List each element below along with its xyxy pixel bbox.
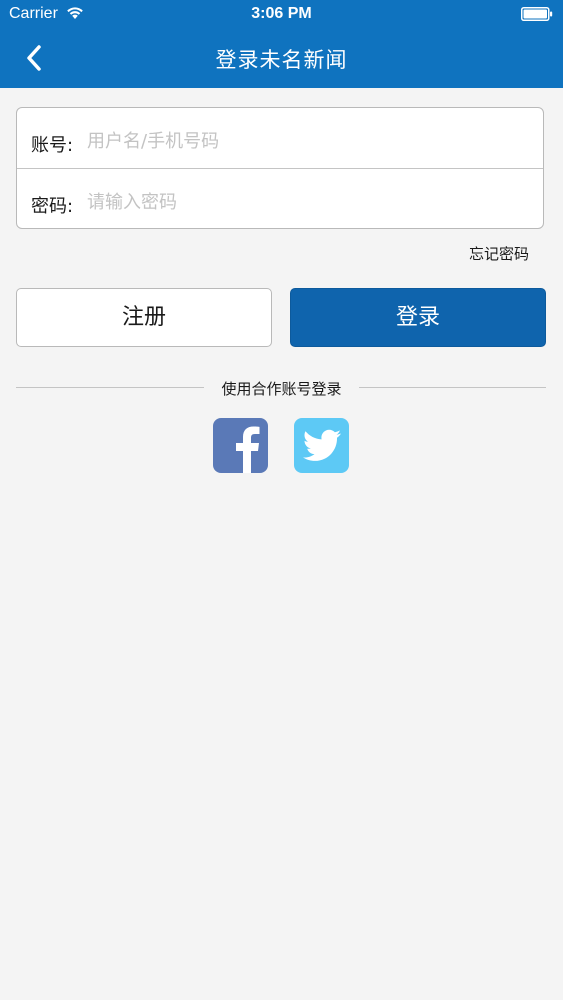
status-bar: Carrier 3:06 PM: [0, 0, 563, 30]
login-form: 账号: 密码:: [16, 107, 544, 229]
nav-bar: 登录未名新闻: [0, 30, 563, 88]
page-title: 登录未名新闻: [215, 48, 348, 72]
third-party-login-label: 使用合作账号登录: [221, 380, 342, 398]
header: Carrier 3:06 PM 登录未名新闻: [0, 0, 563, 88]
account-label: 账号:: [31, 135, 74, 156]
forgot-password-link[interactable]: 忘记密码: [469, 243, 529, 264]
divider-line-left: [16, 387, 204, 388]
password-label: 密码:: [31, 196, 74, 217]
account-row: 账号:: [17, 108, 543, 169]
facebook-logo: [236, 426, 260, 473]
password-row: 密码:: [17, 169, 543, 229]
account-input[interactable]: [85, 124, 529, 158]
password-input[interactable]: [85, 185, 529, 219]
clock: 3:06 PM: [251, 5, 312, 22]
login-screen: Carrier 3:06 PM 登录未名新闻 账号: 用户名/手机号码 密码: …: [0, 0, 563, 1000]
twitter-icon[interactable]: [294, 418, 349, 473]
login-button[interactable]: 登录: [290, 288, 546, 347]
battery-icon: [521, 7, 553, 21]
facebook-icon[interactable]: [213, 418, 268, 473]
register-button[interactable]: 注册: [16, 288, 272, 347]
divider-line-right: [359, 387, 546, 388]
twitter-bird-logo: [302, 429, 341, 461]
